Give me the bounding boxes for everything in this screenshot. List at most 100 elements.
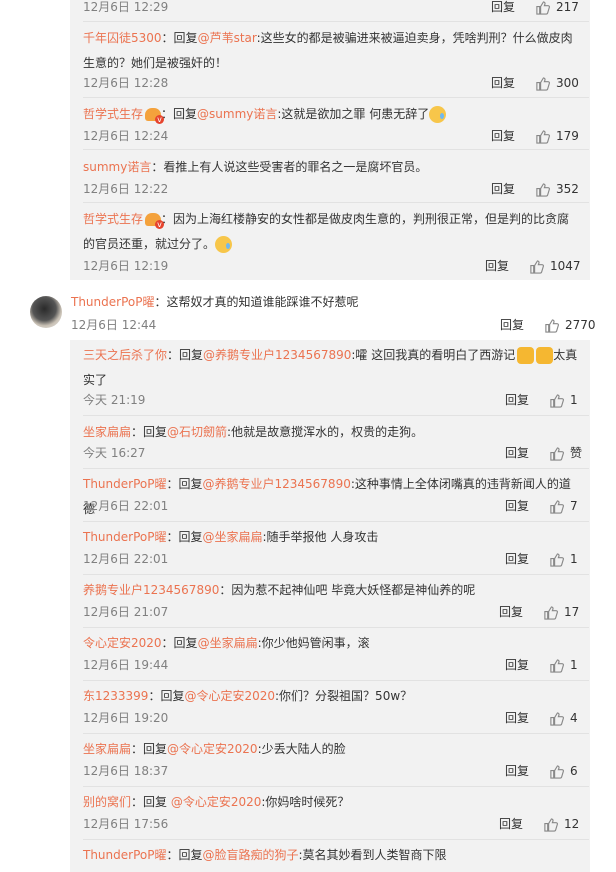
reply-button[interactable]: 回复 (499, 814, 523, 834)
divider (83, 21, 589, 22)
comment-text: :少丢大陆人的脸 (257, 742, 346, 756)
username-link[interactable]: ThunderPoP曜 (83, 477, 166, 491)
like-count: 4 (570, 711, 578, 725)
like-count: 17 (564, 605, 580, 619)
thumbs-up-icon (550, 764, 564, 779)
mention-link[interactable]: @芦苇star (198, 31, 257, 45)
thumbs-up-icon (550, 658, 564, 673)
like-count: 300 (556, 76, 579, 90)
thumbs-up-icon (550, 711, 564, 726)
username-link[interactable]: summy诺言 (83, 160, 151, 174)
reply-prefix: ：回复 (166, 530, 203, 544)
like-button[interactable]: 1 (549, 655, 578, 675)
username-link[interactable]: 哲学式生存 (83, 212, 143, 226)
comment-time: 12月6日 12:28 (83, 76, 169, 90)
like-button[interactable]: 1 (549, 390, 578, 410)
reply-button[interactable]: 回复 (505, 390, 529, 410)
mention-link[interactable]: @令心定安2020 (184, 689, 275, 703)
like-button[interactable]: 7 (549, 496, 578, 516)
comment-time: 12月6日 12:29 (83, 0, 169, 14)
username-link[interactable]: 哲学式生存 (83, 107, 143, 121)
comment-time: 12月6日 12:44 (71, 318, 157, 332)
like-button[interactable]: 赞 (549, 443, 582, 463)
reply-button[interactable]: 回复 (491, 0, 515, 17)
mention-link[interactable]: @养鹅专业户1234567890 (203, 348, 351, 362)
like-button[interactable]: 217 (535, 0, 579, 17)
username-link[interactable]: ThunderPoP曜 (83, 530, 166, 544)
comment-text: :莫名其妙看到人类智商下限 (298, 848, 447, 862)
username-link[interactable]: 坐家扁扁 (83, 742, 131, 756)
sweat-emoji-icon (215, 236, 233, 253)
thumbs-up-icon (550, 552, 564, 567)
reply-prefix: ：回复 (131, 742, 168, 756)
comment-text: :随手举报他 人身攻击 (262, 530, 379, 544)
reply-prefix: ： (151, 160, 164, 174)
reply-button[interactable]: 回复 (505, 443, 529, 463)
username-link[interactable]: 坐家扁扁 (83, 425, 131, 439)
reply-button[interactable]: 回复 (491, 126, 515, 146)
reply-button[interactable]: 回复 (505, 549, 529, 569)
mention-link[interactable]: @令心定安2020 (171, 795, 262, 809)
comment-time: 12月6日 12:24 (83, 129, 169, 143)
like-button[interactable]: 17 (543, 602, 579, 622)
reply-button[interactable]: 回复 (491, 73, 515, 93)
avatar[interactable] (30, 296, 62, 328)
like-count: 1 (570, 658, 578, 672)
divider (83, 786, 589, 787)
username-link[interactable]: 养鹅专业户1234567890 (83, 583, 219, 597)
username-link[interactable]: ThunderPoP曜 (83, 848, 166, 862)
like-button[interactable]: 352 (535, 179, 579, 199)
vip-badge-icon (145, 108, 165, 124)
reply-button[interactable]: 回复 (491, 179, 515, 199)
reply-button[interactable]: 回复 (485, 256, 509, 276)
thumbs-up-emoji-icon (517, 347, 535, 364)
divider (83, 468, 589, 469)
like-button[interactable]: 1 (549, 549, 578, 569)
reply-button[interactable]: 回复 (505, 496, 529, 516)
reply-prefix: ：回复 (161, 107, 198, 121)
username-link[interactable]: 令心定安2020 (83, 636, 162, 650)
like-button[interactable]: 6 (549, 761, 578, 781)
mention-link[interactable]: @令心定安2020 (167, 742, 258, 756)
mention-link[interactable]: @summy诺言 (197, 107, 277, 121)
mention-link[interactable]: @坐家扁扁 (198, 636, 258, 650)
divider (83, 415, 589, 416)
thumbs-up-icon (550, 446, 564, 461)
like-button[interactable]: 4 (549, 708, 578, 728)
reply-prefix: ：回复 (166, 848, 203, 862)
username-link[interactable]: 千年囚徒5300 (83, 31, 162, 45)
like-button[interactable]: 179 (535, 126, 579, 146)
thumbs-up-icon (550, 499, 564, 514)
reply-prefix: ：回复 (161, 636, 198, 650)
reply-button[interactable]: 回复 (499, 602, 523, 622)
thumbs-up-emoji-icon (536, 347, 554, 364)
reply-button[interactable]: 回复 (505, 708, 529, 728)
divider (83, 733, 589, 734)
mention-link[interactable]: @坐家扁扁 (202, 530, 262, 544)
like-button[interactable]: 1047 (529, 256, 581, 276)
divider (83, 149, 589, 150)
mention-link[interactable]: @养鹅专业户1234567890 (202, 477, 350, 491)
like-count: 1 (570, 393, 578, 407)
reply-button[interactable]: 回复 (505, 761, 529, 781)
comment-time: 12月6日 21:07 (83, 605, 169, 619)
like-button[interactable]: 12 (543, 814, 579, 834)
username-link[interactable]: ThunderPoP曜 (71, 295, 154, 309)
username-link[interactable]: 三天之后杀了你 (83, 348, 167, 362)
divider (83, 680, 589, 681)
thumbs-up-icon (550, 393, 564, 408)
username-link[interactable]: 别的窝们 (83, 795, 131, 809)
reply-button[interactable]: 回复 (505, 655, 529, 675)
mention-link[interactable]: @石切劒箭 (167, 425, 227, 439)
reply-button[interactable]: 回复 (500, 315, 524, 335)
username-link[interactable]: 东1233399 (83, 689, 148, 703)
divider (83, 627, 589, 628)
mention-link[interactable]: @脸盲路痴的狗子 (202, 848, 298, 862)
like-button[interactable]: 300 (535, 73, 579, 93)
comment-time: 12月6日 19:44 (83, 658, 169, 672)
like-button[interactable]: 2770 (544, 315, 596, 335)
comment-time: 12月6日 22:01 (83, 552, 169, 566)
comment-time: 12月6日 17:56 (83, 817, 169, 831)
like-count: 7 (570, 499, 578, 513)
like-count: 2770 (565, 318, 596, 332)
